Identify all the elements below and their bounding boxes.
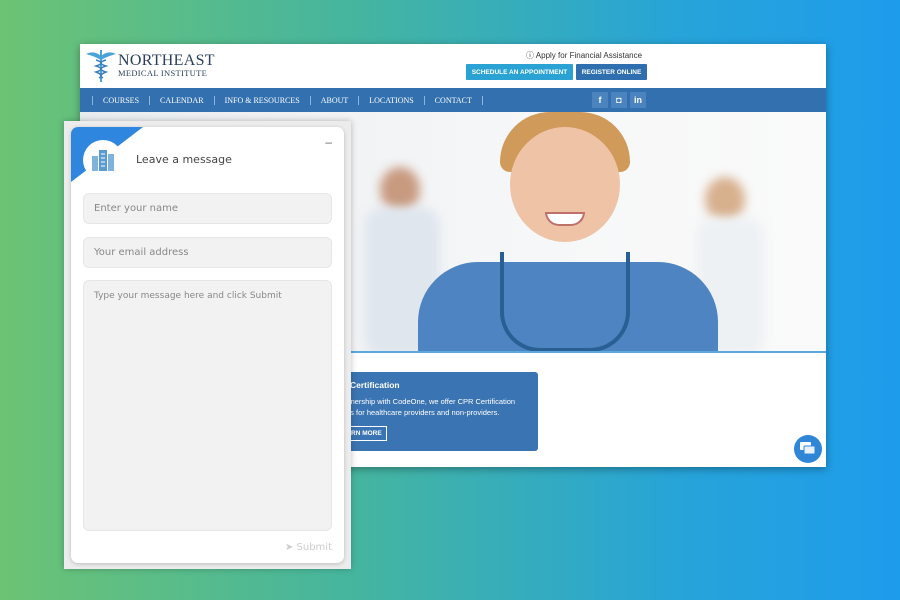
submit-button[interactable]: ➤ Submit (285, 542, 332, 553)
nav-courses[interactable]: COURSES (92, 95, 149, 105)
card-text-1: rtnership with CodeOne, we offer CPR Cer… (346, 397, 516, 406)
card-text-2: es for healthcare providers and non-prov… (346, 408, 500, 417)
register-online-button[interactable]: REGISTER ONLINE (576, 64, 647, 80)
card-title: Certification (350, 380, 400, 390)
widget-card: Leave a message – Enter your name Your e… (71, 127, 344, 563)
nav-calendar[interactable]: CALENDAR (149, 95, 214, 105)
site-header: NORTHEAST MEDICAL INSTITUTE ⓘ Apply for … (80, 44, 826, 88)
nav-about[interactable]: ABOUT (309, 95, 359, 105)
send-icon: ➤ (284, 542, 297, 553)
financial-assistance-link[interactable]: ⓘ Apply for Financial Assistance (526, 50, 642, 61)
logo-line1: NORTHEAST (118, 52, 215, 69)
building-icon (92, 150, 114, 171)
learn-more-button[interactable]: RN MORE (346, 426, 387, 441)
linkedin-icon[interactable]: in (630, 92, 646, 108)
nav-contact[interactable]: CONTACT (423, 95, 483, 105)
email-input[interactable]: Your email address (83, 237, 332, 268)
facebook-icon[interactable]: f (592, 92, 608, 108)
main-nav: COURSES CALENDAR INFO & RESOURCES ABOUT … (80, 88, 826, 112)
message-textarea[interactable]: Type your message here and click Submit (83, 280, 332, 531)
schedule-appointment-button[interactable]: SCHEDULE AN APPOINTMENT (466, 64, 573, 80)
chat-icon (800, 442, 816, 455)
leave-message-widget: Leave a message – Enter your name Your e… (64, 121, 351, 569)
nav-locations[interactable]: LOCATIONS (358, 95, 423, 105)
name-input[interactable]: Enter your name (83, 193, 332, 224)
chat-launcher-button[interactable] (794, 435, 822, 463)
financial-assistance-label: Apply for Financial Assistance (535, 51, 643, 60)
logo[interactable]: NORTHEAST MEDICAL INSTITUTE (84, 48, 215, 84)
widget-title: Leave a message (136, 153, 232, 166)
company-avatar (83, 140, 123, 180)
help-icon: ⓘ (526, 51, 536, 60)
caduceus-icon (86, 50, 116, 82)
instagram-icon[interactable]: ◘ (611, 92, 627, 108)
logo-line2: MEDICAL INSTITUTE (118, 68, 208, 78)
cpr-promo-card: Certification rtnership with CodeOne, we… (340, 372, 538, 451)
nav-info-resources[interactable]: INFO & RESOURCES (213, 95, 310, 105)
minimize-button[interactable]: – (325, 135, 332, 149)
submit-label: Submit (296, 542, 332, 553)
